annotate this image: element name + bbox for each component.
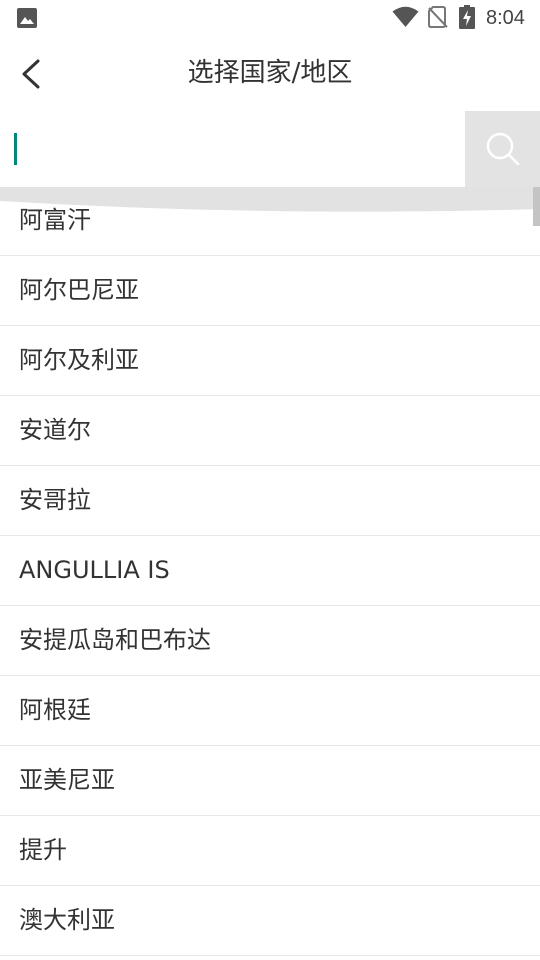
page-title: 选择国家/地区 [187,58,353,88]
header: 选择国家/地区 [0,36,540,110]
scrollbar[interactable] [533,187,540,226]
list-item[interactable]: 阿根廷 [0,676,540,746]
search-icon [486,132,520,166]
list-item[interactable]: 阿尔及利亚 [0,326,540,396]
country-name: 安提瓜岛和巴布达 [19,626,211,654]
country-list[interactable]: 阿富汗 阿尔巴尼亚 阿尔及利亚 安道尔 安哥拉 ANGULLIA IS 安提瓜岛… [0,187,540,960]
country-name: ANGULLIA IS [19,556,170,584]
list-item[interactable]: 澳大利亚 [0,886,540,956]
list-item[interactable]: 提升 [0,816,540,886]
gallery-icon [17,8,37,28]
list-item[interactable]: 亚美尼亚 [0,746,540,816]
country-name: 亚美尼亚 [19,766,115,794]
battery-charging-icon [459,5,475,29]
no-sim-icon [428,6,448,28]
list-item[interactable]: 安哥拉 [0,466,540,536]
status-bar: 8:04 [0,0,540,36]
country-name: 阿尔巴尼亚 [19,276,139,304]
list-item[interactable]: 阿尔巴尼亚 [0,256,540,326]
wifi-icon [392,6,419,27]
text-cursor [14,133,17,165]
status-time: 8:04 [486,7,525,29]
list-item[interactable]: 阿富汗 [0,187,540,256]
back-button[interactable] [12,54,52,94]
country-name: 阿富汗 [19,206,91,234]
list-item[interactable]: 安提瓜岛和巴布达 [0,606,540,676]
country-name: 澳大利亚 [19,906,115,934]
screen: 8:04 选择国家/地区 阿富汗 阿尔巴尼亚 阿尔及利亚 安道尔 安哥拉 ANG… [0,0,540,960]
country-name: 安道尔 [19,416,91,444]
search-bar [0,111,540,187]
chevron-left-icon [22,59,40,89]
list-item[interactable]: ANGULLIA IS [0,536,540,606]
country-name: 提升 [19,836,67,864]
list-item[interactable]: 安道尔 [0,396,540,466]
country-name: 安哥拉 [19,486,91,514]
search-button[interactable] [465,111,540,187]
search-input[interactable] [0,111,465,187]
country-name: 阿尔及利亚 [19,346,139,374]
country-name: 阿根廷 [19,696,91,724]
